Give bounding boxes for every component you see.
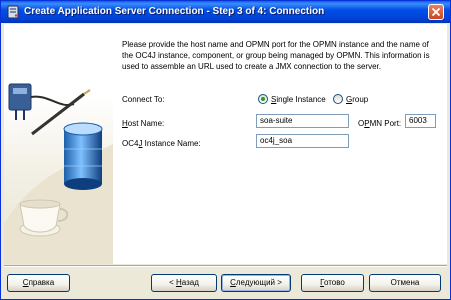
connect-to-label: Connect To: — [122, 95, 165, 104]
back-button[interactable]: < Назад — [151, 274, 217, 292]
host-name-label: Host Name: — [122, 119, 165, 128]
dialog-window: Create Application Server Connection - S… — [0, 0, 451, 300]
window-title: Create Application Server Connection - S… — [24, 6, 325, 17]
oc4j-instance-label: OC4J Instance Name: — [122, 139, 201, 148]
instructions-text: Please provide the host name and OPMN po… — [122, 40, 430, 71]
single-instance-radio[interactable] — [258, 94, 268, 104]
connection-form: Please provide the host name and OPMN po… — [113, 24, 447, 264]
opmn-port-input[interactable]: 6003 — [405, 114, 436, 128]
next-button[interactable]: Следующий > — [221, 274, 291, 292]
dialog-body: Please provide the host name and OPMN po… — [4, 24, 447, 264]
button-separator — [4, 265, 447, 267]
group-label[interactable]: Group — [346, 95, 368, 104]
finish-button[interactable]: Готово — [301, 274, 364, 292]
cancel-button[interactable]: Отмена — [369, 274, 441, 292]
opmn-port-label: OPMN Port: — [358, 119, 402, 128]
group-radio[interactable] — [333, 94, 343, 104]
help-button[interactable]: Справка — [7, 274, 70, 292]
single-instance-label[interactable]: Single Instance — [271, 95, 326, 104]
wizard-illustration — [4, 24, 113, 264]
title-bar[interactable]: Create Application Server Connection - S… — [1, 1, 450, 23]
host-name-input[interactable]: soa-suite — [256, 114, 349, 128]
oc4j-instance-input[interactable]: oc4j_soa — [256, 134, 349, 148]
close-icon[interactable] — [428, 4, 444, 20]
server-connection-icon — [6, 5, 20, 19]
